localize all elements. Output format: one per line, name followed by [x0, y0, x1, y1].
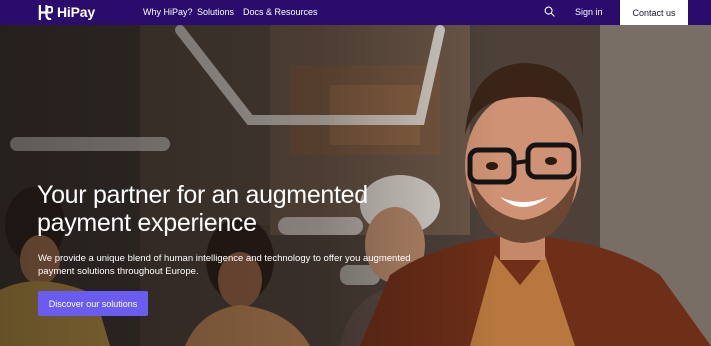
search-icon[interactable] — [544, 6, 555, 17]
contact-us-button[interactable]: Contact us — [620, 0, 688, 25]
nav-link-docs-resources[interactable]: Docs & Resources — [243, 7, 318, 18]
nav-link-why-hipay[interactable]: Why HiPay? — [143, 7, 193, 18]
brand-name: HiPay — [57, 4, 95, 20]
hipay-logo-icon — [38, 4, 53, 20]
nav-link-solutions[interactable]: Solutions — [197, 7, 234, 18]
hero-description: We provide a unique blend of human intel… — [38, 253, 411, 277]
sign-in-link[interactable]: Sign in — [575, 7, 603, 18]
brand-logo[interactable]: HiPay — [38, 4, 95, 20]
hero-headline: Your partner for an augmented payment ex… — [37, 181, 368, 237]
discover-solutions-button[interactable]: Discover our solutions — [38, 291, 148, 316]
top-navigation: HiPay Why HiPay? Solutions Docs & Resour… — [0, 0, 711, 25]
